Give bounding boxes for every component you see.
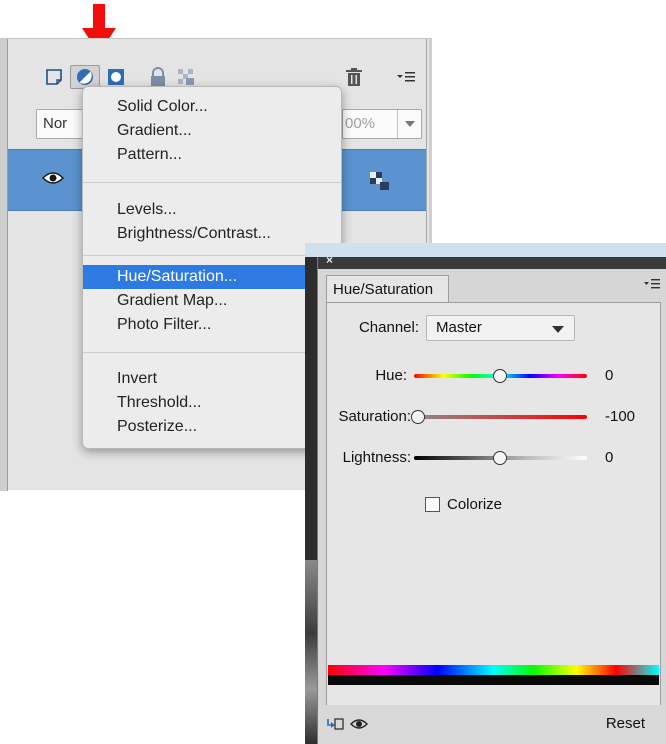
menu-item-gradient[interactable]: Gradient... [83,119,341,143]
hue-label: Hue: [375,367,407,384]
menu-item-photo-filter[interactable]: Photo Filter... [83,313,341,337]
saturation-slider[interactable] [414,415,587,419]
menu-item-brightness-contrast[interactable]: Brightness/Contrast... [83,222,341,246]
background-photo [305,560,317,744]
menu-item-threshold[interactable]: Threshold... [83,391,341,415]
color-spectrum-bar [328,665,659,675]
opacity-value: 00% [345,115,376,132]
blend-mode-select[interactable]: Nor [36,109,86,139]
panel-titlebar: × [318,253,666,269]
panel-body: Channel: Master Hue: 0 Saturation: -100 … [326,303,661,713]
panel-menu-icon[interactable] [394,65,418,89]
tab-hue-saturation[interactable]: Hue/Saturation [326,275,449,303]
menu-item-levels[interactable]: Levels... [83,198,341,222]
menu-separator [83,182,341,183]
menu-item-pattern[interactable]: Pattern... [83,143,341,167]
menu-item-posterize[interactable]: Posterize... [83,415,341,439]
chevron-down-icon [552,326,564,333]
menu-item-hue-saturation[interactable]: Hue/Saturation... [83,265,341,289]
lightness-slider-thumb[interactable] [493,451,507,465]
hue-saturation-panel: × Hue/Saturation Channel: Master Hue: 0 … [317,253,666,744]
saturation-label: Saturation: [338,408,411,425]
saturation-value[interactable]: -100 [605,408,635,425]
menu-item-gradient-map[interactable]: Gradient Map... [83,289,341,313]
panel-menu-icon[interactable] [644,277,660,293]
panel-footer: Reset [318,705,666,744]
menu-separator [83,255,341,256]
layer-lock-icon [368,170,390,197]
panel-left-edge [0,39,8,491]
colorize-checkbox[interactable] [425,497,440,512]
new-layer-icon[interactable] [42,65,66,89]
menu-item-invert[interactable]: Invert [83,367,341,391]
saturation-slider-thumb[interactable] [411,410,425,424]
adjusted-spectrum-bar [328,675,659,685]
lightness-label: Lightness: [342,449,411,466]
trash-icon[interactable] [342,65,366,89]
lightness-value[interactable]: 0 [605,449,613,466]
colorize-label: Colorize [447,496,503,513]
hue-slider-thumb[interactable] [493,369,507,383]
clip-to-layer-icon[interactable] [326,717,344,736]
channel-label: Channel: [358,319,419,336]
menu-separator [83,352,341,353]
visibility-eye-icon[interactable] [41,170,65,191]
adjustment-layer-menu: Solid Color... Gradient... Pattern... Le… [82,86,342,449]
hue-value[interactable]: 0 [605,367,613,384]
opacity-dropdown-button[interactable] [397,110,421,138]
menu-item-solid-color[interactable]: Solid Color... [83,95,341,119]
channel-select[interactable]: Master [426,315,575,341]
opacity-field[interactable]: 00% [342,109,422,139]
close-icon[interactable]: × [326,253,333,267]
channel-value: Master [436,319,482,336]
visibility-eye-icon[interactable] [350,717,368,736]
reset-button[interactable]: Reset [606,715,645,732]
background-toolbar-strip [305,243,666,257]
